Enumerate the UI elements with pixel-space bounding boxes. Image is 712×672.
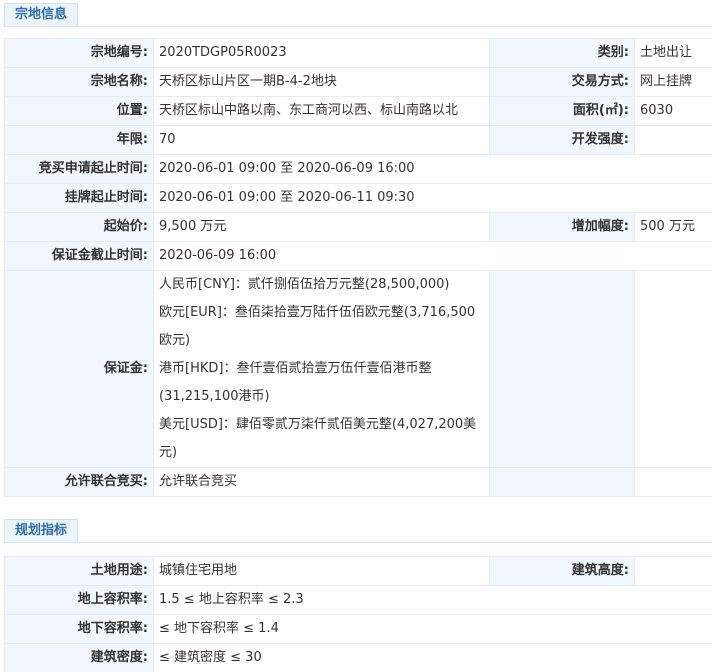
table-row: 地下容积率: ≤ 地下容积率 ≤ 1.4 — [4, 614, 712, 644]
table-row: 保证金截止时间: 2020-06-09 16:00 — [4, 241, 712, 271]
empty-value-cell — [634, 467, 712, 497]
area-label: 面积(㎡): — [489, 96, 635, 126]
table-row: 挂牌起止时间: 2020-06-01 09:00 至 2020-06-11 09… — [4, 183, 712, 213]
building-height-label: 建筑高度: — [489, 556, 635, 586]
section-divider — [4, 26, 712, 27]
far-above-value: 1.5 ≤ 地上容积率 ≤ 2.3 — [153, 585, 712, 615]
table-row: 宗地编号: 2020TDGP05R0023 类别: 土地出让 — [4, 38, 712, 68]
empty-label-cell — [489, 467, 635, 497]
area-value: 6030 — [634, 96, 712, 126]
density-value: ≤ 建筑密度 ≤ 30 — [153, 643, 712, 672]
joint-bid-label: 允许联合竞买: — [4, 467, 154, 497]
table-row: 起始价: 9,500 万元 增加幅度: 500 万元 — [4, 212, 712, 242]
table-row: 允许联合竞买: 允许联合竞买 — [4, 467, 712, 497]
deposit-line: (31,215,100港币) — [159, 389, 270, 404]
location-label: 位置: — [4, 96, 154, 126]
table-row: 地上容积率: 1.5 ≤ 地上容积率 ≤ 2.3 — [4, 585, 712, 615]
deposit-line: 元) — [159, 445, 178, 460]
listing-period-label: 挂牌起止时间: — [4, 183, 154, 213]
deposit-deadline-label: 保证金截止时间: — [4, 241, 154, 271]
deposit-line: 人民币[CNY]：贰仟捌佰伍拾万元整(28,500,000) — [159, 277, 450, 292]
empty-label-cell — [489, 270, 635, 468]
location-value: 天桥区标山中路以南、东工商河以西、标山南路以北 — [153, 96, 490, 126]
deposit-line: 美元[USD]：肆佰零贰万柒仟贰佰美元整(4,027,200美 — [159, 417, 477, 432]
section-tab-parcel-info[interactable]: 宗地信息 — [4, 3, 79, 27]
table-row: 宗地名称: 天桥区标山片区一期B-4-2地块 交易方式: 网上挂牌 — [4, 67, 712, 97]
table-row: 土地用途: 城镇住宅用地 建筑高度: — [4, 556, 712, 586]
category-value: 土地出让 — [634, 38, 712, 68]
deposit-line: 港币[HKD]：叁仟壹佰贰拾壹万伍仟壹佰港币整 — [159, 361, 432, 376]
deposit-deadline-value: 2020-06-09 16:00 — [153, 241, 712, 271]
apply-period-value: 2020-06-01 09:00 至 2020-06-09 16:00 — [153, 154, 712, 184]
land-use-label: 土地用途: — [4, 556, 154, 586]
table-row: 建筑密度: ≤ 建筑密度 ≤ 30 — [4, 643, 712, 672]
term-value: 70 — [153, 125, 490, 155]
section-tab-planning[interactable]: 规划指标 — [4, 519, 79, 543]
land-use-value: 城镇住宅用地 — [153, 556, 490, 586]
parcel-code-label: 宗地编号: — [4, 38, 154, 68]
listing-period-value: 2020-06-01 09:00 至 2020-06-11 09:30 — [153, 183, 712, 213]
parcel-name-value: 天桥区标山片区一期B-4-2地块 — [153, 67, 490, 97]
table-row: 竞买申请起止时间: 2020-06-01 09:00 至 2020-06-09 … — [4, 154, 712, 184]
increment-value: 500 万元 — [634, 212, 712, 242]
trade-method-value: 网上挂牌 — [634, 67, 712, 97]
parcel-info-table: 宗地编号: 2020TDGP05R0023 类别: 土地出让 宗地名称: 天桥区… — [4, 38, 712, 497]
planning-table: 土地用途: 城镇住宅用地 建筑高度: 地上容积率: 1.5 ≤ 地上容积率 ≤ … — [4, 556, 712, 672]
parcel-code-value: 2020TDGP05R0023 — [153, 38, 490, 68]
section-divider — [4, 542, 712, 543]
density-label: 建筑密度: — [4, 643, 154, 672]
term-label: 年限: — [4, 125, 154, 155]
joint-bid-value: 允许联合竞买 — [153, 467, 490, 497]
increment-label: 增加幅度: — [489, 212, 635, 242]
far-below-label: 地下容积率: — [4, 614, 154, 644]
building-height-value — [634, 556, 712, 586]
parcel-name-label: 宗地名称: — [4, 67, 154, 97]
intensity-label: 开发强度: — [489, 125, 635, 155]
category-label: 类别: — [489, 38, 635, 68]
table-row: 保证金: 人民币[CNY]：贰仟捌佰伍拾万元整(28,500,000) 欧元[E… — [4, 270, 712, 468]
far-above-label: 地上容积率: — [4, 585, 154, 615]
start-price-label: 起始价: — [4, 212, 154, 242]
start-price-value: 9,500 万元 — [153, 212, 490, 242]
apply-period-label: 竞买申请起止时间: — [4, 154, 154, 184]
empty-value-cell — [634, 270, 712, 468]
table-row: 位置: 天桥区标山中路以南、东工商河以西、标山南路以北 面积(㎡): 6030 — [4, 96, 712, 126]
deposit-line: 欧元[EUR]：叁佰柒拾壹万陆仟伍佰欧元整(3,716,500 — [159, 305, 476, 320]
deposit-label: 保证金: — [4, 270, 154, 468]
deposit-value: 人民币[CNY]：贰仟捌佰伍拾万元整(28,500,000) 欧元[EUR]：叁… — [153, 270, 490, 468]
deposit-line: 欧元) — [159, 333, 191, 348]
far-below-value: ≤ 地下容积率 ≤ 1.4 — [153, 614, 712, 644]
trade-method-label: 交易方式: — [489, 67, 635, 97]
intensity-value — [634, 125, 712, 155]
table-row: 年限: 70 开发强度: — [4, 125, 712, 155]
